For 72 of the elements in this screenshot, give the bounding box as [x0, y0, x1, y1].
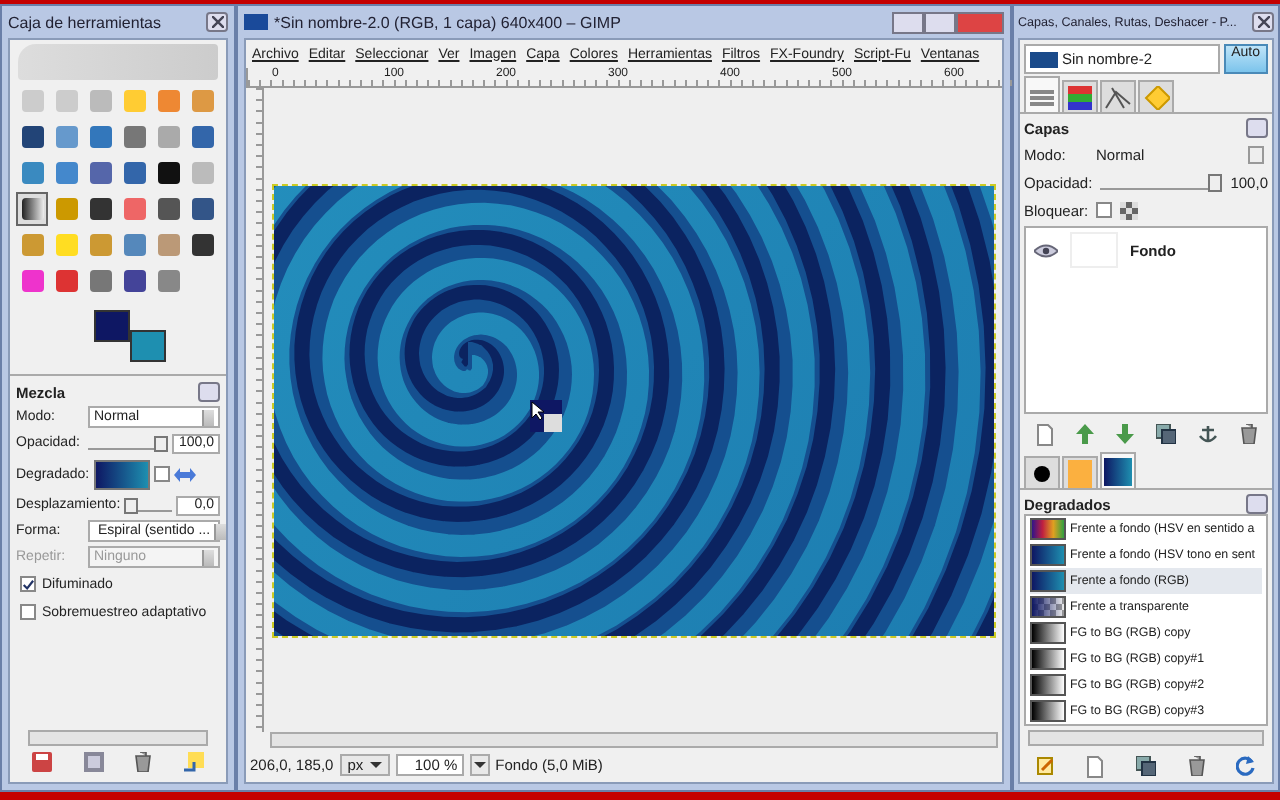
minimize-button[interactable] — [892, 11, 924, 33]
new-page-icon[interactable] — [1086, 755, 1105, 777]
gradient-swatch — [1030, 648, 1066, 670]
checkbox[interactable] — [20, 576, 36, 592]
tool-button[interactable] — [152, 192, 184, 226]
gradient-swatch — [1030, 700, 1066, 722]
dock-tab[interactable] — [1062, 80, 1098, 112]
down-arrow-icon[interactable] — [1115, 424, 1133, 444]
paths-icon — [1104, 85, 1132, 109]
gradient-swatch — [1030, 544, 1066, 566]
close-button[interactable] — [1252, 12, 1274, 32]
tool-button[interactable] — [16, 120, 48, 154]
panel-menu-button[interactable] — [198, 382, 220, 402]
maximize-button[interactable] — [924, 11, 956, 33]
tool-button[interactable] — [118, 264, 150, 298]
tool-button[interactable] — [152, 156, 184, 190]
checker-icon — [1120, 201, 1139, 219]
trash-icon[interactable] — [1187, 756, 1206, 776]
tool-button[interactable] — [186, 192, 218, 226]
gradient-icon — [1104, 457, 1132, 485]
dock-tab[interactable] — [1024, 456, 1060, 488]
duplicate-icon[interactable] — [1155, 424, 1175, 444]
foreground-color-swatch[interactable] — [94, 310, 130, 342]
checkbox[interactable] — [20, 604, 36, 620]
dock-tab[interactable] — [1100, 452, 1136, 488]
undo-icon — [1142, 85, 1170, 109]
close-button[interactable] — [206, 12, 228, 32]
tool-button[interactable] — [16, 192, 48, 226]
save-icon[interactable] — [31, 752, 52, 772]
duplicate-icon[interactable] — [1135, 756, 1156, 776]
restore-icon[interactable] — [83, 752, 104, 772]
zoom-dropdown-button[interactable] — [469, 754, 490, 776]
new-page-icon[interactable] — [1035, 423, 1053, 445]
lock-checkbox[interactable] — [1096, 202, 1113, 218]
cursor-icon — [530, 400, 562, 432]
eye-icon[interactable] — [1034, 243, 1058, 257]
gradient-swatch — [1030, 518, 1066, 540]
panel-menu-button[interactable] — [1246, 118, 1268, 138]
slider-thumb[interactable] — [124, 498, 139, 514]
tool-button[interactable] — [186, 228, 218, 262]
slider[interactable] — [124, 498, 172, 512]
trash-icon[interactable] — [1239, 424, 1257, 444]
trash-icon[interactable] — [134, 752, 153, 772]
gradient-swatch — [1030, 674, 1066, 696]
brush-icon — [1030, 461, 1054, 485]
reset-icon[interactable] — [184, 752, 205, 772]
background-color-swatch[interactable] — [130, 330, 166, 362]
up-arrow-icon[interactable] — [1075, 424, 1093, 444]
horizontal-scrollbar[interactable] — [270, 732, 998, 748]
gimp-icon — [244, 14, 268, 30]
pattern-icon — [1068, 459, 1092, 487]
image-thumbnail-icon — [1030, 51, 1058, 67]
swap-arrows-icon[interactable] — [173, 467, 196, 481]
anchor-icon[interactable] — [1197, 424, 1217, 444]
edit-icon[interactable] — [1035, 756, 1056, 776]
slider[interactable] — [88, 436, 169, 450]
horizontal-scrollbar[interactable] — [1028, 730, 1264, 746]
reverse-checkbox[interactable] — [153, 466, 170, 482]
window-title: Caja de herramientas — [8, 13, 161, 31]
channels-icon — [1066, 85, 1094, 109]
panel-menu-button[interactable] — [1246, 494, 1268, 514]
gradient-swatch — [1030, 622, 1066, 644]
slider-thumb[interactable] — [1208, 174, 1223, 192]
gradient-swatch — [1030, 570, 1066, 592]
window-title: *Sin nombre-2.0 (RGB, 1 capa) 640x400 – GIMP — [274, 13, 621, 31]
refresh-icon[interactable] — [1236, 756, 1257, 776]
slider-thumb[interactable] — [154, 436, 169, 452]
tool-button[interactable] — [84, 192, 116, 226]
horizontal-scrollbar[interactable] — [28, 730, 208, 746]
gradient-preview[interactable] — [93, 459, 150, 489]
opacity-slider[interactable] — [1100, 174, 1223, 190]
gradient-swatch — [1030, 596, 1066, 618]
